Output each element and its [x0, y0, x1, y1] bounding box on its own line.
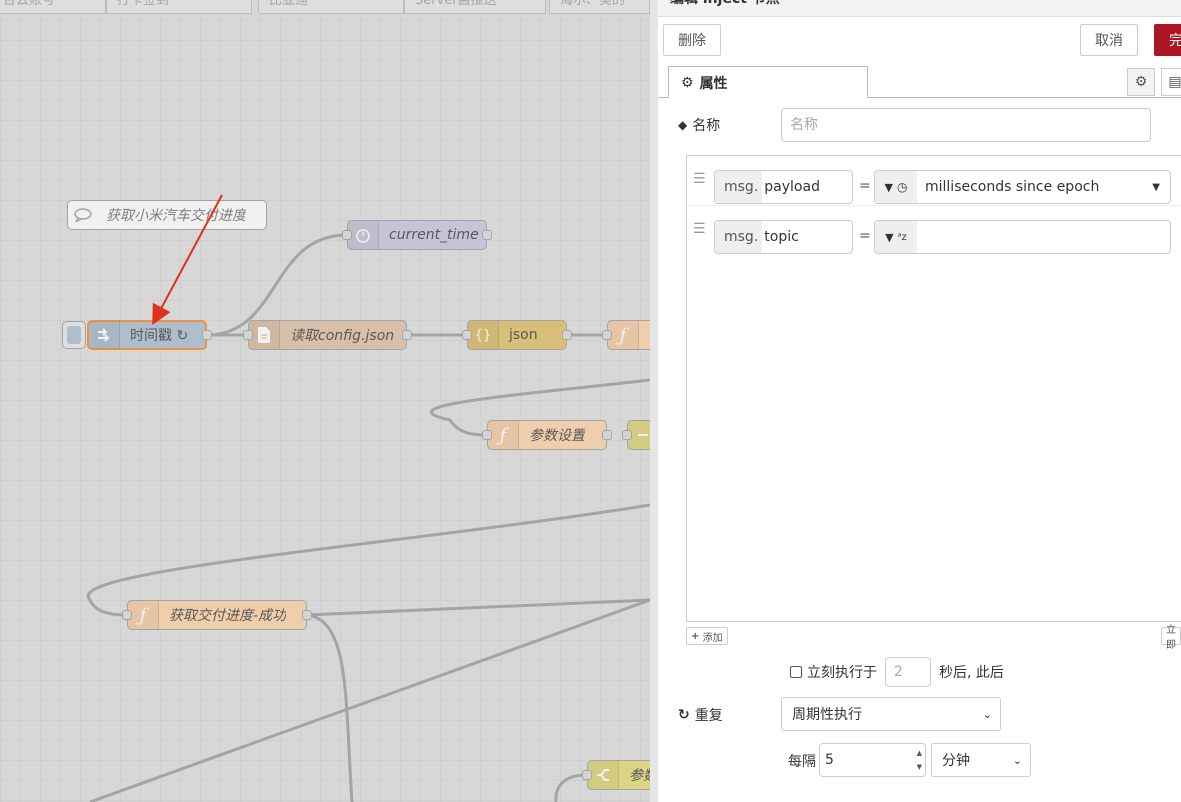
equals-sign: =	[859, 228, 871, 244]
cancel-button[interactable]: 取消	[1080, 24, 1138, 56]
caret-down-icon: ▼	[1152, 181, 1160, 193]
done-button[interactable]: 完	[1154, 24, 1181, 56]
repeat-value: 周期性执行	[792, 707, 862, 723]
interval-input[interactable]: 5 ▲ ▼	[819, 743, 926, 777]
property-value-field[interactable]: ▼ ◷ milliseconds since epoch ▼	[874, 170, 1171, 204]
edit-panel: 编辑 inject 节点 删除 取消 完 ⚙ 属性 ⚙ ▤ ◆ 名称 ☰ msg…	[650, 0, 1181, 802]
property-key: payload	[764, 179, 820, 195]
repeat-label: ↻ 重复	[678, 705, 723, 725]
inject-now-button[interactable]: 立即	[1161, 625, 1181, 651]
chevron-down-icon: ⌄	[1012, 753, 1022, 767]
canvas-dim-overlay	[0, 0, 650, 802]
flow-canvas[interactable]: 台云账号 打卡签到 比亚迪 Server酱推送 海尔、美的 获取小米汽车交付进度	[0, 0, 650, 802]
list-item: ☰ msg. payload = ▼ ◷ milliseconds since …	[687, 156, 1181, 206]
refresh-icon: ↻	[678, 707, 690, 723]
every-label: 每隔	[788, 754, 816, 770]
once-option: 立刻执行于	[790, 662, 877, 682]
chevron-down-icon: ⌄	[982, 707, 992, 721]
drag-handle-icon[interactable]: ☰	[693, 171, 706, 187]
msg-prefix: msg.	[715, 171, 763, 203]
type-select[interactable]: ▼ ◷	[875, 171, 917, 203]
property-value: milliseconds since epoch	[925, 179, 1100, 195]
gear-icon: ⚙	[1134, 74, 1148, 90]
property-value-field[interactable]: ▼ ᵃz	[874, 220, 1171, 254]
unit-value: 分钟	[942, 753, 970, 769]
unit-select[interactable]: 分钟 ⌄	[931, 743, 1031, 777]
caret-down-icon: ▼	[884, 180, 893, 194]
repeat-select[interactable]: 周期性执行 ⌄	[781, 697, 1001, 731]
tab-label: 属性	[699, 75, 728, 92]
name-label: ◆ 名称	[678, 115, 720, 135]
add-property-button[interactable]: + 添加	[686, 627, 728, 645]
description-button[interactable]: ▤	[1161, 68, 1181, 96]
list-item: ☰ msg. topic = ▼ ᵃz	[687, 206, 1181, 256]
property-key: topic	[764, 229, 799, 245]
settings-gear-button[interactable]: ⚙	[1127, 68, 1155, 96]
name-input[interactable]	[781, 108, 1151, 142]
property-list: ☰ msg. payload = ▼ ◷ milliseconds since …	[686, 155, 1181, 622]
add-label: 添加	[702, 632, 723, 644]
once-label: 立刻执行于	[807, 665, 877, 681]
repeat-label-text: 重复	[694, 708, 723, 724]
type-select[interactable]: ▼ ᵃz	[875, 221, 917, 253]
panel-title: 编辑 inject 节点	[658, 0, 1181, 17]
tab-properties[interactable]: ⚙ 属性	[668, 66, 868, 98]
tag-icon: ◆	[678, 118, 688, 132]
drag-handle-icon[interactable]: ☰	[693, 221, 706, 237]
msg-prefix: msg.	[715, 221, 763, 253]
plus-icon: +	[691, 630, 700, 642]
interval-value: 5	[825, 752, 834, 768]
once-checkbox[interactable]	[790, 666, 802, 678]
spinner-arrows-icon[interactable]: ▲ ▼	[917, 746, 922, 774]
property-key-field[interactable]: msg. payload	[714, 170, 853, 204]
clock-icon: ◷	[896, 180, 908, 194]
gear-icon: ⚙	[681, 74, 694, 91]
delete-button[interactable]: 删除	[663, 24, 721, 56]
name-label-text: 名称	[692, 118, 721, 134]
caret-down-icon: ▼	[885, 230, 894, 244]
once-delay-input[interactable]: 2	[885, 657, 931, 687]
document-icon: ▤	[1168, 74, 1181, 90]
once-suffix: 秒后, 此后	[939, 665, 1004, 681]
property-key-field[interactable]: msg. topic	[714, 220, 853, 254]
string-type-icon: ᵃz	[897, 231, 907, 243]
equals-sign: =	[859, 178, 871, 194]
